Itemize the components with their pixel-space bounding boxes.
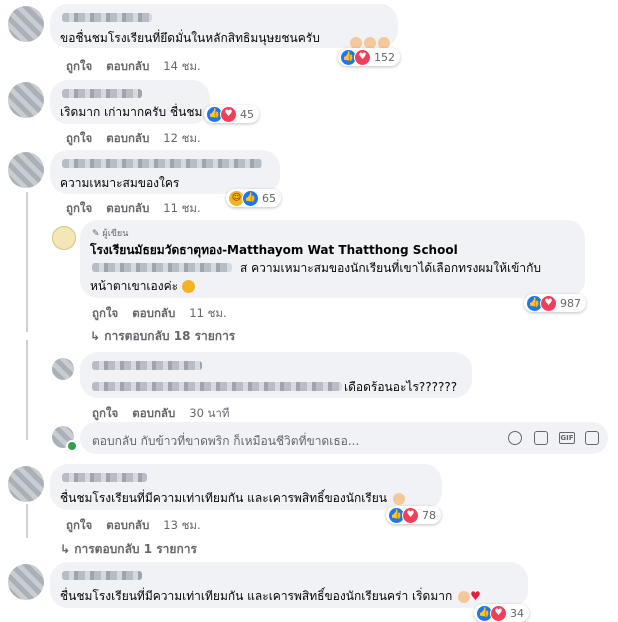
reaction-count: 987 — [560, 296, 581, 310]
comment-actions: ถูกใจ ตอบกลับ 14 ชม. — [66, 58, 201, 76]
smile-emoji-icon — [181, 280, 195, 293]
like-link[interactable]: ถูกใจ — [66, 517, 92, 535]
like-link[interactable]: ถูกใจ — [66, 130, 92, 148]
reply-bubble: ✎ ผู้เขียน โรงเรียนมัธยมวัดธาตุทอง-Matth… — [80, 220, 585, 298]
sticker-icon[interactable] — [585, 431, 599, 445]
reaction-count: 45 — [240, 107, 254, 121]
comment-text: เริดมาก เก่ามากครับ ชื่นชม — [60, 105, 203, 119]
comment-text: ชื่นชมโรงเรียนที่มีความเท่าเทียมกัน และเ… — [60, 589, 481, 603]
view-more-replies[interactable]: ↳ การตอบกลับ 1 รายการ — [60, 540, 197, 559]
comment-bubble: ขอชื่นชมโรงเรียนที่ยึดมั่นในหลักสิทธิมนุ… — [50, 4, 398, 49]
reply-actions: ถูกใจ ตอบกลับ 11 ชม. — [92, 305, 227, 323]
like-link[interactable]: ถูกใจ — [66, 200, 92, 218]
reaction-summary[interactable]: 👍 ♥ 152 — [338, 48, 400, 66]
blurred-author-name — [62, 89, 142, 98]
blurred-author-name — [62, 13, 152, 22]
reply-text: เดือดร้อนอะไร?????? — [344, 380, 458, 394]
reaction-summary[interactable]: 👍 ♥ 34 — [474, 604, 529, 622]
school-logo-avatar[interactable] — [52, 226, 76, 250]
avatar[interactable] — [8, 564, 44, 600]
comment-bubble: ความเหมาะสมของใคร — [50, 150, 280, 194]
comment-time[interactable]: 14 ชม. — [163, 58, 200, 76]
clap-emoji-icon — [392, 492, 405, 505]
reaction-summary[interactable]: 👍 ♥ 78 — [386, 506, 441, 524]
avatar[interactable] — [8, 82, 44, 118]
avatar[interactable] — [8, 6, 44, 42]
comment-text: ชื่นชมโรงเรียนที่มีความเท่าเทียมกัน และเ… — [60, 490, 405, 506]
reply-link[interactable]: ตอบกลับ — [106, 58, 149, 76]
like-icon: 👍 — [242, 189, 259, 207]
gif-icon[interactable]: GIF — [559, 432, 575, 444]
like-link[interactable]: ถูกใจ — [92, 405, 118, 423]
comment-time[interactable]: 12 ชม. — [163, 130, 200, 148]
comment-text: ขอชื่นชมโรงเรียนที่ยึดมั่นในหลักสิทธิมนุ… — [60, 31, 320, 45]
reply-time[interactable]: 30 นาที — [189, 405, 229, 423]
blurred-author-name — [92, 361, 202, 370]
reply-actions: ถูกใจ ตอบกลับ 30 นาที — [92, 405, 229, 423]
reply-link[interactable]: ตอบกลับ — [106, 130, 149, 148]
comment-time[interactable]: 11 ชม. — [163, 200, 200, 218]
reply-link[interactable]: ตอบกลับ — [132, 305, 175, 323]
camera-icon[interactable] — [534, 431, 548, 445]
thread-line — [26, 340, 28, 440]
thread-line — [26, 192, 28, 332]
heart-emoji-icon: ♥ — [470, 589, 481, 603]
blurred-author-name — [62, 571, 142, 580]
love-icon: ♥ — [220, 105, 237, 123]
comment-bubble: ชื่นชมโรงเรียนที่มีความเท่าเทียมกัน และเ… — [50, 562, 528, 608]
reaction-count: 78 — [422, 508, 436, 522]
author-name[interactable]: โรงเรียนมัธยมวัดธาตุทอง-Matthayom Wat Th… — [90, 242, 458, 258]
clap-emoji-icon — [458, 590, 471, 603]
reply-time[interactable]: 11 ชม. — [189, 305, 226, 323]
author-badge: ✎ ผู้เขียน — [92, 229, 129, 239]
love-icon: ♥ — [354, 48, 371, 66]
avatar[interactable] — [8, 466, 44, 502]
view-more-replies[interactable]: ↳ การตอบกลับ 18 รายการ — [90, 327, 235, 346]
reply-text-line2: หน้าตาเขาเองค่ะ — [90, 278, 195, 294]
reaction-count: 65 — [262, 191, 276, 205]
love-icon: ♥ — [402, 506, 419, 524]
comment-bubble: เริดมาก เก่ามากครับ ชื่นชม — [50, 80, 210, 124]
comment-time[interactable]: 13 ชม. — [163, 517, 200, 535]
love-icon: ♥ — [490, 604, 507, 622]
reaction-summary[interactable]: ☺ 👍 65 — [226, 189, 281, 207]
blurred-mention — [92, 263, 232, 272]
love-icon: ♥ — [540, 294, 557, 312]
reply-input[interactable]: ตอบกลับ กับข้าวที่ขาดพริก ก็เหมือนชีวิตท… — [80, 422, 608, 454]
blurred-mention — [92, 382, 342, 391]
reaction-count: 152 — [374, 50, 395, 64]
comment-bubble: ชื่นชมโรงเรียนที่มีความเท่าเทียมกัน และเ… — [50, 464, 442, 510]
comment-actions: ถูกใจ ตอบกลับ 11 ชม. — [66, 200, 201, 218]
comment-actions: ถูกใจ ตอบกลับ 13 ชม. — [66, 517, 201, 535]
blurred-author-name — [62, 159, 262, 168]
reaction-count: 34 — [510, 606, 524, 620]
reply-input-placeholder: ตอบกลับ กับข้าวที่ขาดพริก ก็เหมือนชีวิตท… — [92, 434, 360, 448]
reply-link[interactable]: ตอบกลับ — [132, 405, 175, 423]
blurred-author-name — [62, 473, 147, 482]
avatar[interactable] — [52, 358, 74, 380]
emoji-icon[interactable] — [508, 431, 522, 445]
comment-actions: ถูกใจ ตอบกลับ 12 ชม. — [66, 130, 201, 148]
thread-line — [26, 504, 28, 538]
pen-icon: ✎ — [92, 229, 100, 239]
like-link[interactable]: ถูกใจ — [92, 305, 118, 323]
reply-text-line1: ส ความเหมาะสมของนักเรียนที่เขาได้เลือกทร… — [240, 261, 541, 275]
reply-bubble: เดือดร้อนอะไร?????? — [80, 352, 472, 398]
reply-link[interactable]: ตอบกลับ — [106, 517, 149, 535]
avatar[interactable] — [8, 152, 44, 188]
like-link[interactable]: ถูกใจ — [66, 58, 92, 76]
reaction-summary[interactable]: 👍 ♥ 45 — [204, 105, 259, 123]
online-status-dot — [66, 440, 78, 452]
comment-text: ความเหมาะสมของใคร — [60, 176, 180, 190]
reply-link[interactable]: ตอบกลับ — [106, 200, 149, 218]
reaction-summary[interactable]: 👍 ♥ 987 — [524, 294, 586, 312]
